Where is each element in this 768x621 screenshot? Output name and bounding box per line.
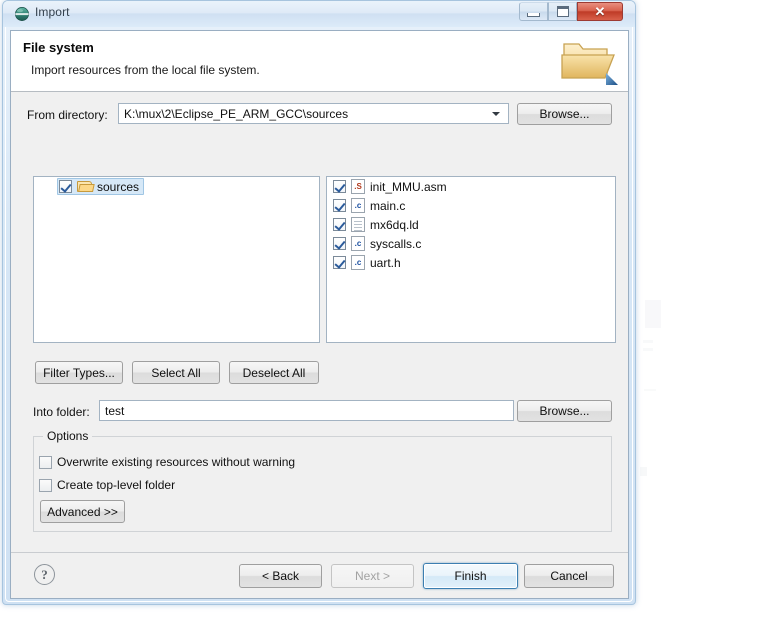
filter-types-button[interactable]: Filter Types... bbox=[35, 361, 123, 384]
file-checkbox[interactable] bbox=[333, 218, 346, 231]
tree-row[interactable]: sources bbox=[34, 177, 319, 196]
file-checkbox[interactable] bbox=[333, 180, 346, 193]
tree-item-sources[interactable]: sources bbox=[57, 178, 145, 195]
tree-item-checkbox[interactable] bbox=[59, 180, 72, 193]
select-all-button[interactable]: Select All bbox=[132, 361, 220, 384]
create-top-level-folder-checkbox[interactable] bbox=[39, 478, 52, 492]
title-bar: Import ✕ bbox=[3, 1, 635, 27]
cancel-button[interactable]: Cancel bbox=[524, 564, 614, 588]
file-name: main.c bbox=[370, 198, 406, 213]
dialog-content: From directory: K:\mux\2\Eclipse_PE_ARM_… bbox=[11, 92, 628, 554]
overwrite-label: Overwrite existing resources without war… bbox=[57, 455, 296, 469]
deselect-all-button[interactable]: Deselect All bbox=[229, 361, 319, 384]
open-folder-icon bbox=[561, 43, 618, 85]
browse-directory-button[interactable]: Browse... bbox=[517, 103, 612, 125]
into-folder-label: Into folder: bbox=[33, 405, 90, 419]
list-item[interactable]: mx6dq.ld bbox=[327, 215, 615, 234]
file-checkbox[interactable] bbox=[333, 199, 346, 212]
list-item[interactable]: .c syscalls.c bbox=[327, 234, 615, 253]
tree-item-label: sources bbox=[97, 179, 140, 194]
background-artifact bbox=[645, 300, 661, 328]
back-button[interactable]: < Back bbox=[239, 564, 322, 588]
background-artifact bbox=[643, 348, 653, 351]
asm-file-icon: .S bbox=[351, 179, 365, 194]
from-directory-value: K:\mux\2\Eclipse_PE_ARM_GCC\sources bbox=[124, 107, 349, 121]
finish-button[interactable]: Finish bbox=[423, 563, 518, 589]
restore-icon bbox=[556, 6, 569, 17]
dialog-body: File system Import resources from the lo… bbox=[10, 30, 629, 599]
options-legend: Options bbox=[43, 429, 93, 443]
import-dialog-window: Import ✕ File system Import resources fr… bbox=[2, 0, 636, 605]
c-file-icon: .c bbox=[351, 236, 365, 251]
page-description: Import resources from the local file sys… bbox=[31, 63, 260, 77]
overwrite-checkbox[interactable] bbox=[39, 455, 52, 469]
minimize-button[interactable] bbox=[519, 2, 548, 21]
list-item[interactable]: .c uart.h bbox=[327, 253, 615, 272]
list-item[interactable]: .S init_MMU.asm bbox=[327, 177, 615, 196]
next-button: Next > bbox=[331, 564, 414, 588]
from-directory-label: From directory: bbox=[27, 108, 108, 122]
dialog-header: File system Import resources from the lo… bbox=[11, 31, 628, 92]
help-icon[interactable]: ? bbox=[34, 564, 55, 585]
dialog-footer: ? < Back Next > Finish Cancel bbox=[11, 552, 628, 598]
close-icon: ✕ bbox=[594, 3, 606, 19]
file-name: mx6dq.ld bbox=[370, 217, 419, 232]
advanced-button[interactable]: Advanced >> bbox=[40, 500, 125, 523]
close-button[interactable]: ✕ bbox=[577, 2, 623, 21]
maximize-button[interactable] bbox=[548, 2, 577, 21]
folder-tree-panel[interactable]: sources bbox=[33, 176, 320, 343]
create-top-level-folder-option-row[interactable]: Create top-level folder bbox=[39, 478, 175, 492]
file-checkbox[interactable] bbox=[333, 256, 346, 269]
background-artifact bbox=[640, 467, 647, 476]
list-item[interactable]: .c main.c bbox=[327, 196, 615, 215]
c-file-icon: .c bbox=[351, 255, 365, 270]
folder-icon bbox=[77, 180, 95, 193]
chevron-down-icon[interactable] bbox=[488, 104, 504, 123]
browse-into-folder-button[interactable]: Browse... bbox=[517, 400, 612, 422]
window-title: Import bbox=[35, 5, 70, 19]
file-checkbox[interactable] bbox=[333, 237, 346, 250]
background-artifact bbox=[644, 389, 656, 391]
eclipse-import-icon bbox=[15, 7, 29, 21]
page-title: File system bbox=[23, 40, 94, 55]
create-top-level-folder-label: Create top-level folder bbox=[57, 478, 176, 492]
overwrite-option-row[interactable]: Overwrite existing resources without war… bbox=[39, 455, 295, 469]
from-directory-combo[interactable]: K:\mux\2\Eclipse_PE_ARM_GCC\sources bbox=[118, 103, 509, 124]
c-file-icon: .c bbox=[351, 198, 365, 213]
into-folder-input[interactable]: test bbox=[99, 400, 514, 421]
text-file-icon bbox=[351, 217, 365, 232]
file-name: init_MMU.asm bbox=[370, 179, 447, 194]
file-list-panel[interactable]: .S init_MMU.asm .c main.c mx6dq.ld .c sy… bbox=[326, 176, 616, 343]
file-name: syscalls.c bbox=[370, 236, 422, 251]
file-name: uart.h bbox=[370, 255, 401, 270]
background-artifact bbox=[643, 340, 653, 343]
minimize-icon bbox=[527, 12, 540, 17]
